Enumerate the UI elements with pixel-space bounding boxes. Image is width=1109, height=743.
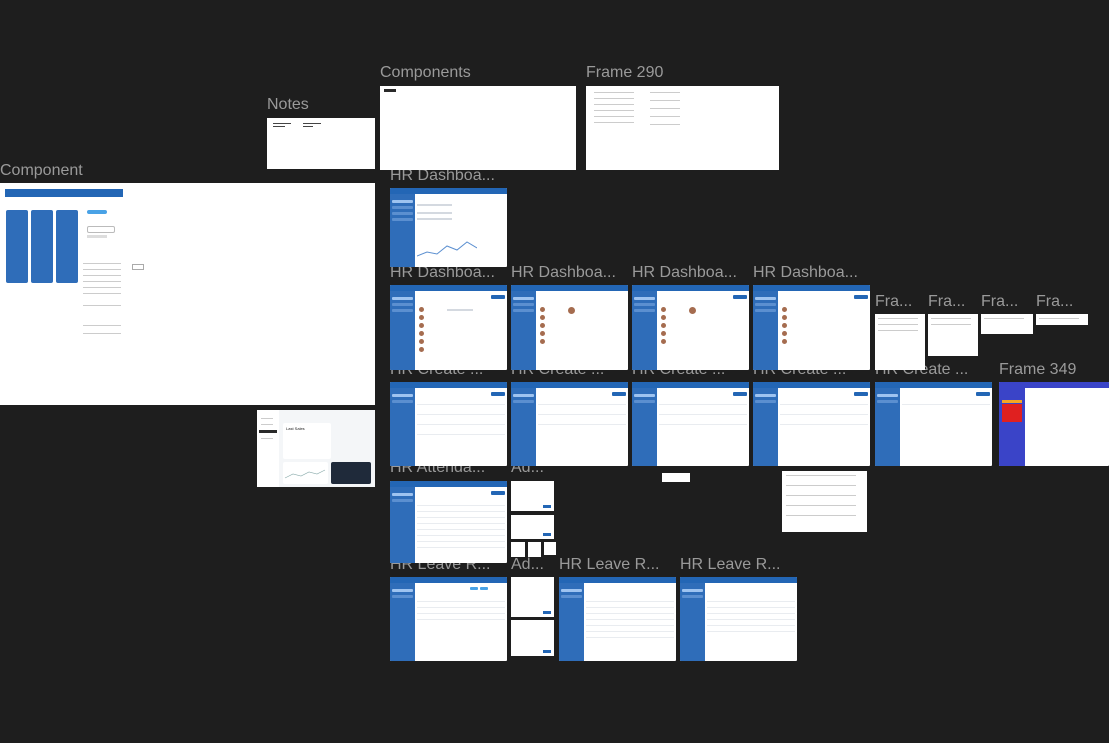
fra-frame-1[interactable] [875,314,925,370]
frame-290-table-right [650,92,680,128]
component-item [87,235,107,238]
hr-dashboard-frame-2[interactable] [390,285,507,370]
frame-label-frame-349[interactable]: Frame 349 [999,361,1076,379]
component-header-bar [5,189,123,197]
frame-label-hr-leave-2[interactable]: HR Leave R... [559,556,659,574]
hr-create-frame-3[interactable] [632,382,749,466]
frame-label-frame-290[interactable]: Frame 290 [586,64,663,82]
frame-label-hr-dashboard-3[interactable]: HR Dashboa... [511,264,616,282]
frame-label-notes[interactable]: Notes [267,96,309,114]
frame-349[interactable] [999,382,1109,466]
component-frame[interactable] [0,183,375,405]
hr-leave-frame-2[interactable] [559,577,676,661]
component-select [87,226,115,233]
frame-label-hr-dashboard-5[interactable]: HR Dashboa... [753,264,858,282]
components-logo [384,89,396,92]
last-sales-card: Last Sales [283,423,331,459]
hr-dashboard-frame-4[interactable] [632,285,749,370]
frame-label-fra-2[interactable]: Fra... [928,293,965,311]
hr-dashboard-frame-1[interactable] [390,188,507,267]
frame-label-hr-dashboard-4[interactable]: HR Dashboa... [632,264,737,282]
ad-frame-3[interactable] [511,542,525,557]
fra-frame-2[interactable] [928,314,978,356]
hr-create-frame-5[interactable] [875,382,992,466]
hr-create-frame-1[interactable] [390,382,507,466]
mini-line-chart [284,469,326,479]
ad-frame-1[interactable] [511,481,554,511]
last-sales-title: Last Sales [286,426,305,431]
component-small-box [132,264,144,270]
hr-create-frame-4[interactable] [753,382,870,466]
dashboard-preview-frame[interactable]: Last Sales [257,410,375,487]
notes-frame[interactable] [267,118,375,169]
component-form [83,263,125,338]
component-sidebar-2 [31,210,53,283]
components-frame[interactable] [380,86,576,170]
component-sidebar-3 [56,210,78,283]
fra-frame-3[interactable] [981,314,1033,334]
component-sidebar-1 [6,210,28,283]
frame-label-fra-1[interactable]: Fra... [875,293,912,311]
dark-card [331,462,371,484]
ad-frame-5[interactable] [544,542,556,555]
frame-290[interactable] [586,86,779,170]
hr-dashboard-frame-5[interactable] [753,285,870,370]
frame-label-hr-leave-3[interactable]: HR Leave R... [680,556,780,574]
frame-label-component[interactable]: Component [0,162,83,180]
frame-label-fra-4[interactable]: Fra... [1036,293,1073,311]
hr-leave-frame-1[interactable] [390,577,507,661]
dashboard-preview-sidebar [257,410,279,487]
form-panel-frame[interactable] [782,471,867,532]
hr-leave-frame-3[interactable] [680,577,797,661]
frame-290-table-left [594,92,634,128]
frame-349-sidebar [999,388,1025,466]
hr-dashboard-frame-3[interactable] [511,285,628,370]
small-tooltip-frame[interactable] [662,473,690,482]
ad-frame-4[interactable] [528,542,541,557]
fra-frame-4[interactable] [1036,314,1088,325]
ad-frame-7[interactable] [511,620,554,656]
frame-label-ad-2[interactable]: Ad... [511,556,544,574]
chart-card [283,462,328,484]
hr-attendance-frame[interactable] [390,481,507,563]
hr-create-frame-2[interactable] [511,382,628,466]
frame-label-fra-3[interactable]: Fra... [981,293,1018,311]
ad-frame-6[interactable] [511,577,554,617]
component-chip [87,210,107,214]
ad-frame-2[interactable] [511,515,554,539]
hr-dashboard-chart [416,241,477,257]
frame-label-components[interactable]: Components [380,64,471,82]
